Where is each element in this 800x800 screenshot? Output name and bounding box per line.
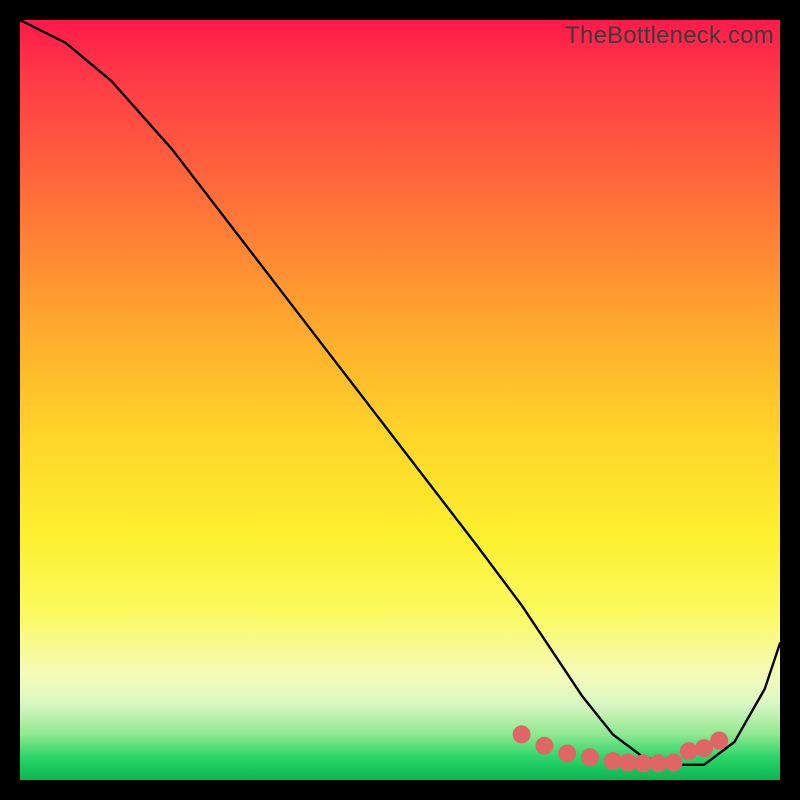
highlight-dot (665, 754, 683, 772)
chart-plot-area: TheBottleneck.com (20, 20, 780, 780)
highlight-dot (513, 725, 531, 743)
highlight-dot (710, 732, 728, 750)
highlight-dot (558, 744, 576, 762)
highlight-dot (581, 748, 599, 766)
highlight-dot (680, 742, 698, 760)
chart-frame: TheBottleneck.com (0, 0, 800, 800)
bottleneck-curve-line (20, 20, 780, 765)
highlight-dot (535, 737, 553, 755)
highlight-dot (604, 752, 622, 770)
chart-svg (20, 20, 780, 780)
